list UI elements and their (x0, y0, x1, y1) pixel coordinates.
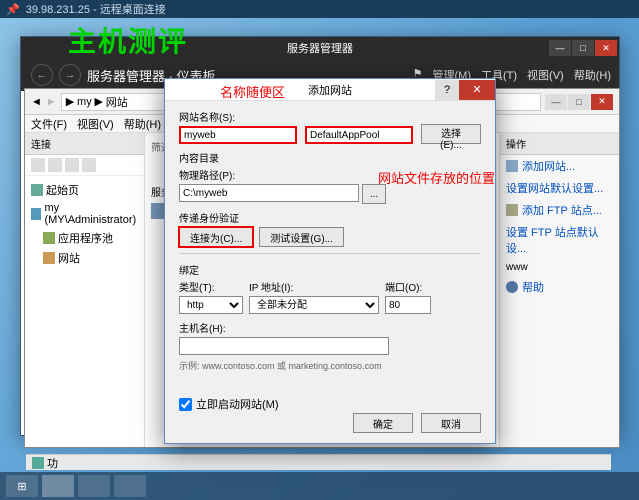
rdp-titlebar: 📌 39.98.231.25 - 远程桌面连接 (0, 0, 639, 18)
tb-icon[interactable] (65, 158, 79, 172)
home-icon (31, 184, 43, 196)
tree-server[interactable]: my (MY\Administrator) (29, 200, 140, 228)
site-name-label: 网站名称(S): (179, 109, 299, 124)
minimize-button[interactable]: — (545, 94, 567, 110)
type-select[interactable]: http (179, 296, 243, 314)
site-name-input[interactable] (179, 126, 297, 144)
action-add-website[interactable]: 添加网站... (500, 155, 619, 177)
test-settings-button[interactable]: 测试设置(G)... (259, 227, 344, 247)
status-text: 功 (47, 455, 58, 471)
nav-back-icon[interactable]: ← (31, 64, 53, 86)
connections-header: 连接 (25, 133, 144, 155)
rdp-title: 39.98.231.25 - 远程桌面连接 (26, 1, 166, 17)
tree-apppools[interactable]: 应用程序池 (29, 228, 140, 248)
nav-back-icon[interactable]: ◄ (31, 96, 42, 108)
browse-button[interactable]: ... (362, 184, 386, 204)
statusbar: 功 (26, 454, 611, 470)
cancel-button[interactable]: 取消 (421, 413, 481, 433)
menu-help[interactable]: 帮助(H) (124, 116, 161, 132)
hostname-input[interactable] (179, 337, 389, 355)
sm-titlebar: 服务器管理器 — □ ✕ (21, 37, 619, 59)
close-button[interactable]: ✕ (591, 94, 613, 110)
folder-icon (43, 252, 55, 264)
ip-select[interactable]: 全部未分配 (249, 296, 379, 314)
nav-fwd-icon[interactable]: ► (46, 96, 57, 108)
physical-path-input[interactable] (179, 184, 359, 202)
port-label: 端口(O): (385, 279, 431, 294)
action-set-ftp-default[interactable]: 设置 FTP 站点默认设... (500, 221, 619, 259)
status-icon (32, 457, 44, 469)
host-label: 主机名(H): (179, 320, 481, 335)
ip-label: IP 地址(I): (249, 279, 379, 294)
tree-start-page[interactable]: 起始页 (29, 180, 140, 200)
sm-title: 服务器管理器 (287, 40, 353, 56)
port-input[interactable] (385, 296, 431, 314)
phys-path-label: 物理路径(P): (179, 167, 481, 182)
tb-icon[interactable] (31, 158, 45, 172)
menu-help[interactable]: 帮助(H) (574, 67, 611, 83)
taskbar-item[interactable] (78, 475, 110, 497)
taskbar-item[interactable] (42, 475, 74, 497)
ftp-icon (506, 204, 518, 216)
content-dir-label: 内容目录 (179, 150, 481, 165)
dialog-title: 添加网站 (308, 82, 352, 98)
connect-as-button[interactable]: 连接为(C)... (179, 227, 253, 247)
taskbar: ⊞ (0, 472, 639, 500)
tb-icon[interactable] (48, 158, 62, 172)
maximize-button[interactable]: □ (568, 94, 590, 110)
maximize-button[interactable]: □ (572, 40, 594, 56)
app-pool-field (305, 126, 413, 144)
pool-icon (43, 232, 55, 244)
nav-fwd-icon[interactable]: → (59, 64, 81, 86)
server-icon (31, 208, 41, 220)
help-button[interactable]: ? (435, 80, 459, 100)
connections-toolbar (25, 155, 144, 176)
start-immediately-label: 立即启动网站(M) (196, 396, 279, 412)
menu-view[interactable]: 视图(V) (77, 116, 114, 132)
action-set-default[interactable]: 设置网站默认设置... (500, 177, 619, 199)
example-text: 示例: www.contoso.com 或 marketing.contoso.… (179, 359, 481, 372)
actions-header: 操作 (500, 133, 619, 155)
pin-icon: 📌 (6, 3, 20, 16)
connections-panel: 连接 起始页 my (MY\Administrator) 应用程序池 网站 (25, 133, 145, 447)
menu-view[interactable]: 视图(V) (527, 67, 564, 83)
add-website-dialog: 添加网站 ? ✕ 网站名称(S): 选择(E)... 内容目录 物理路径(P):… (164, 78, 496, 444)
www-text: www (500, 259, 619, 276)
ok-button[interactable]: 确定 (353, 413, 413, 433)
action-add-ftp[interactable]: 添加 FTP 站点... (500, 199, 619, 221)
start-immediately-checkbox[interactable] (179, 398, 192, 411)
dialog-titlebar: 添加网站 ? ✕ (165, 79, 495, 101)
globe-icon (506, 160, 518, 172)
type-label: 类型(T): (179, 279, 243, 294)
tb-icon[interactable] (82, 158, 96, 172)
close-button[interactable]: ✕ (595, 40, 617, 56)
minimize-button[interactable]: — (549, 40, 571, 56)
action-help[interactable]: 帮助 (500, 276, 619, 298)
actions-panel: 操作 添加网站... 设置网站默认设置... 添加 FTP 站点... 设置 F… (499, 133, 619, 447)
binding-header: 绑定 (179, 262, 481, 277)
select-pool-button[interactable]: 选择(E)... (421, 124, 481, 144)
passthru-label: 传递身份验证 (179, 210, 481, 225)
menu-file[interactable]: 文件(F) (31, 116, 67, 132)
help-icon (506, 281, 518, 293)
start-button[interactable]: ⊞ (6, 475, 38, 497)
close-button[interactable]: ✕ (459, 80, 495, 100)
tree-sites[interactable]: 网站 (29, 248, 140, 268)
taskbar-item[interactable] (114, 475, 146, 497)
